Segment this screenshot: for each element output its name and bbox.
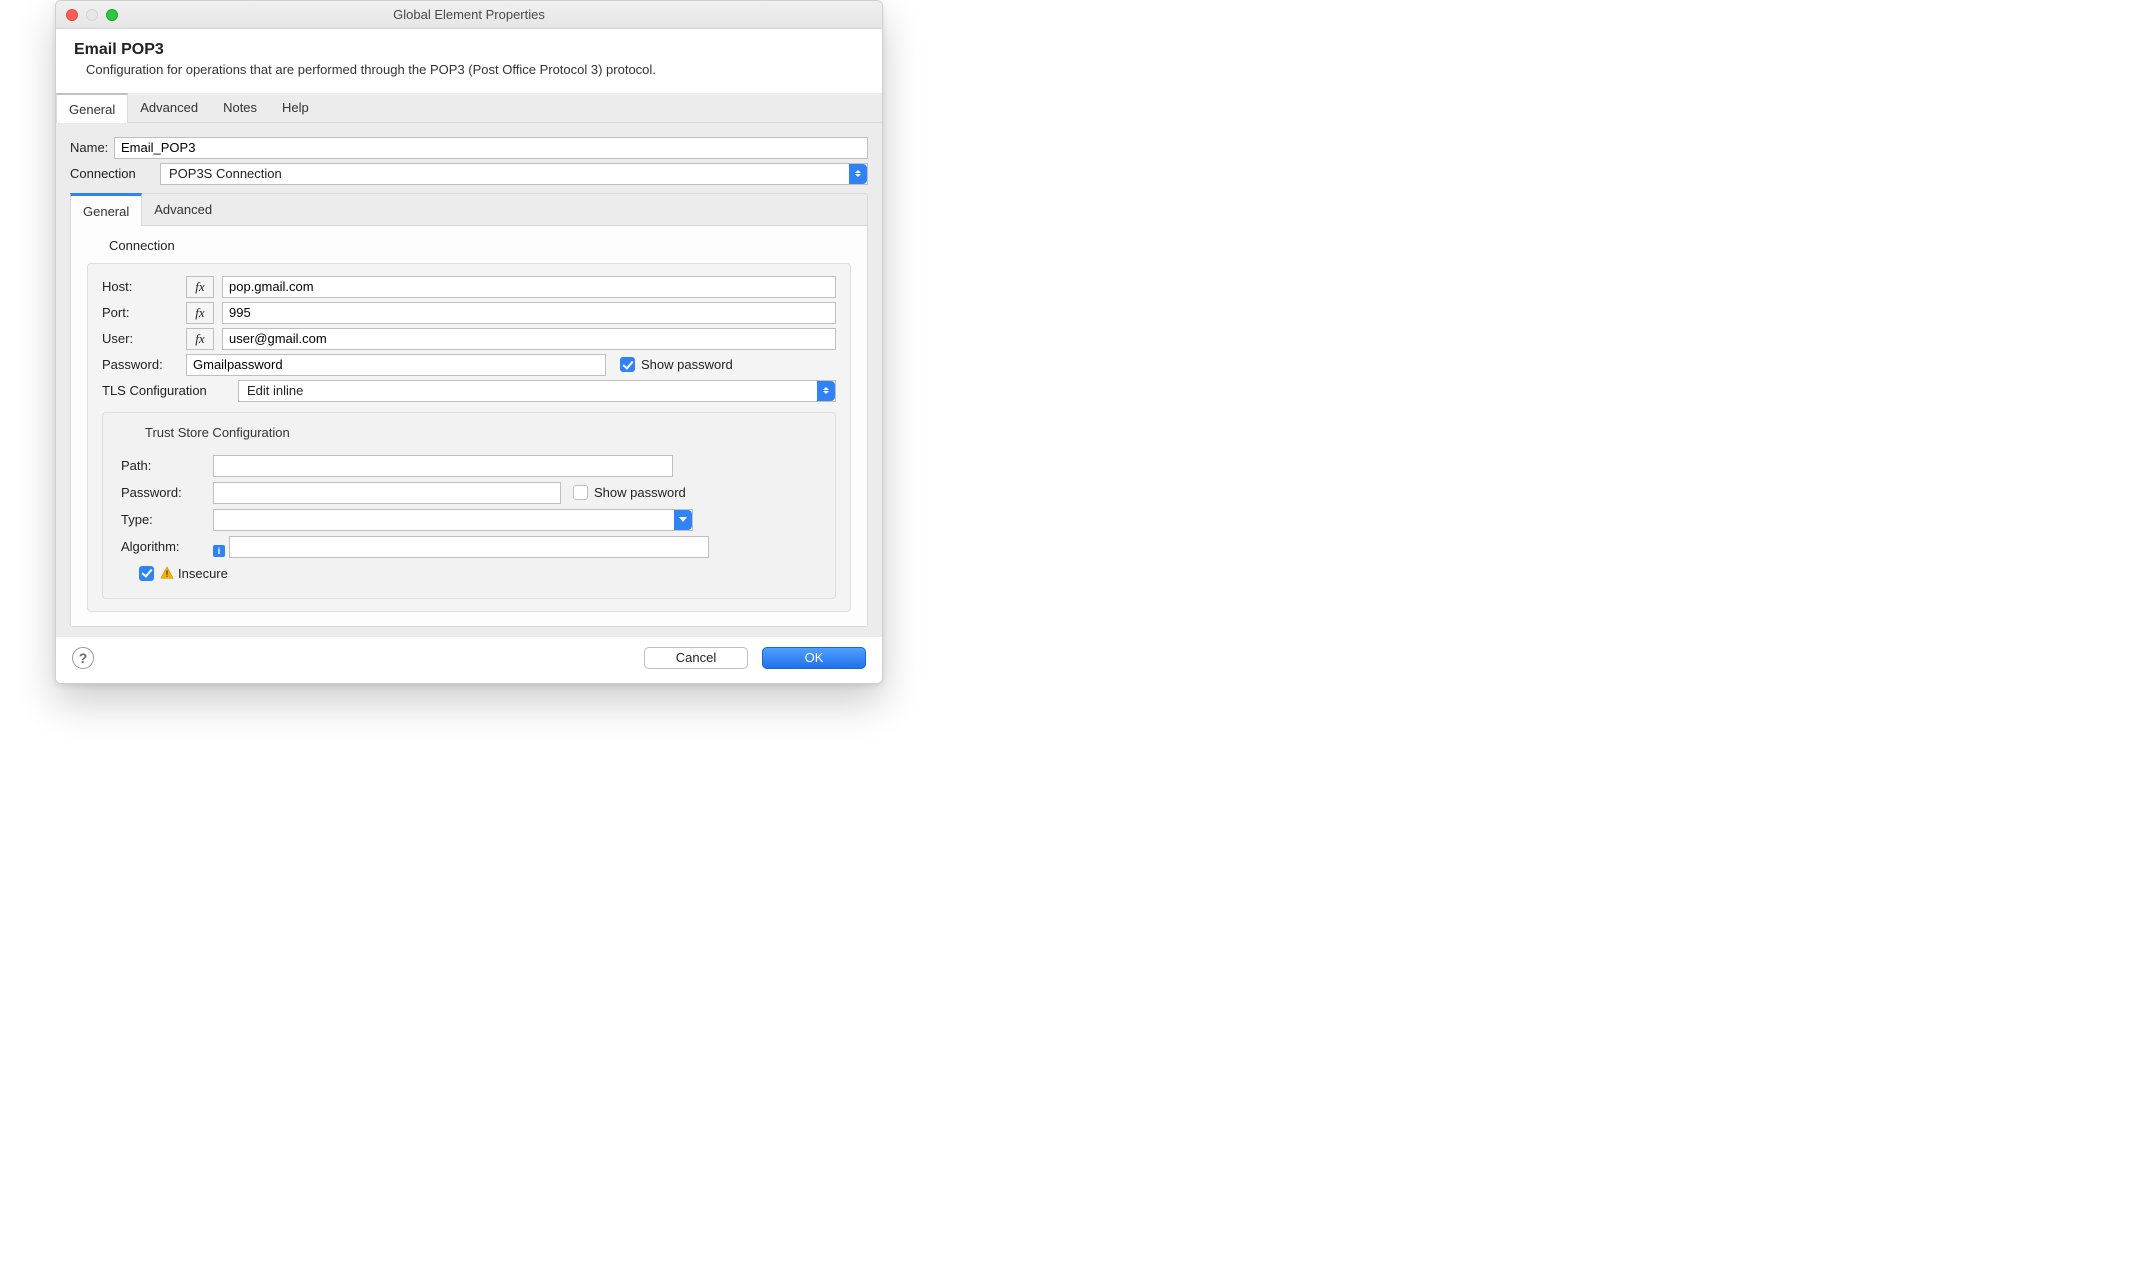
window-title: Global Element Properties (56, 7, 882, 22)
footer: ? Cancel OK (56, 637, 882, 683)
dialog-window: Global Element Properties Email POP3 Con… (55, 0, 883, 684)
port-input[interactable] (222, 302, 836, 324)
insecure-checkbox[interactable] (139, 566, 154, 581)
tls-select-value: Edit inline (247, 383, 303, 398)
tab-advanced[interactable]: Advanced (128, 93, 211, 122)
ts-password-label: Password: (121, 485, 213, 500)
host-input[interactable] (222, 276, 836, 298)
connection-label: Connection (70, 166, 160, 181)
ts-type-label: Type: (121, 512, 213, 527)
insecure-label: Insecure (178, 566, 228, 581)
port-fx-button[interactable]: fx (186, 302, 214, 324)
password-input[interactable] (186, 354, 606, 376)
show-password-checkbox[interactable] (620, 357, 635, 372)
body: Name: Connection POP3S Connection Genera… (56, 123, 882, 637)
tab-help[interactable]: Help (270, 93, 322, 122)
subtab-advanced[interactable]: Advanced (142, 194, 224, 225)
connection-select[interactable]: POP3S Connection (160, 163, 868, 185)
tls-select[interactable]: Edit inline (238, 380, 836, 402)
info-icon: i (213, 545, 225, 557)
ok-button[interactable]: OK (762, 647, 866, 669)
host-fx-button[interactable]: fx (186, 276, 214, 298)
name-input[interactable] (114, 137, 868, 159)
tls-label: TLS Configuration (102, 383, 230, 398)
connection-group: Host: fx Port: fx User: fx (87, 263, 851, 612)
ts-algorithm-input[interactable] (229, 536, 709, 558)
ts-path-input[interactable] (213, 455, 673, 477)
connection-section-title: Connection (87, 236, 851, 257)
connection-select-value: POP3S Connection (169, 166, 282, 181)
ts-show-password-label: Show password (594, 485, 686, 500)
tab-notes[interactable]: Notes (211, 93, 270, 122)
main-tabs: General Advanced Notes Help (56, 93, 882, 123)
ts-type-select[interactable] (213, 509, 693, 531)
ts-path-label: Path: (121, 458, 213, 473)
connection-subpanel: General Advanced Connection Host: fx Por… (70, 193, 868, 627)
user-label: User: (102, 331, 186, 346)
select-arrows-icon (849, 164, 867, 184)
titlebar: Global Element Properties (56, 1, 882, 29)
chevron-down-icon (674, 510, 692, 530)
port-label: Port: (102, 305, 186, 320)
cancel-button[interactable]: Cancel (644, 647, 748, 669)
subtab-general[interactable]: General (70, 193, 142, 226)
page-title: Email POP3 (74, 41, 864, 59)
ts-algorithm-label-wrap: Algorithm: (121, 539, 213, 554)
ts-password-input[interactable] (213, 482, 561, 504)
host-label: Host: (102, 279, 186, 294)
ts-show-password-checkbox[interactable] (573, 485, 588, 500)
select-arrows-icon (817, 381, 835, 401)
trust-store-group: Trust Store Configuration Path: Password… (102, 412, 836, 599)
page-description: Configuration for operations that are pe… (74, 61, 774, 79)
help-button[interactable]: ? (72, 647, 94, 669)
show-password-label: Show password (641, 357, 733, 372)
password-label: Password: (102, 357, 186, 372)
user-fx-button[interactable]: fx (186, 328, 214, 350)
header: Email POP3 Configuration for operations … (56, 29, 882, 93)
sub-tabs: General Advanced (71, 194, 867, 226)
ts-algorithm-label: Algorithm: (121, 539, 180, 554)
connection-section: Connection Host: fx Port: fx User: (71, 226, 867, 626)
warning-icon (160, 566, 174, 580)
trust-store-title: Trust Store Configuration (121, 425, 817, 450)
user-input[interactable] (222, 328, 836, 350)
tab-general[interactable]: General (56, 93, 128, 123)
